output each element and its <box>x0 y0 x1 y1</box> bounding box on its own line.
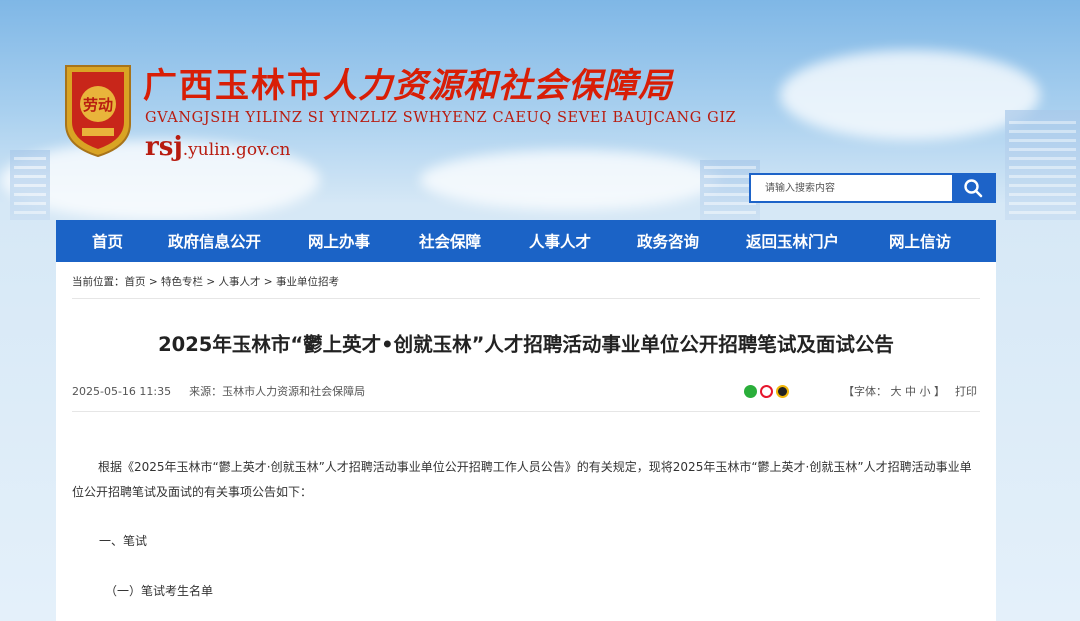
qq-icon[interactable] <box>776 385 789 398</box>
font-size-label: 【字体： <box>843 385 887 398</box>
emblem-text: 劳动 <box>83 96 113 114</box>
article-section-heading: 一、笔试 <box>99 534 148 548</box>
site-title-bureau: 人力资源和社会保障局 <box>323 66 673 106</box>
article-source: 来源：玉林市人力资源和社会保障局 <box>189 385 366 398</box>
wechat-icon[interactable] <box>744 385 757 398</box>
search-box <box>749 173 996 203</box>
search-input[interactable] <box>751 175 952 201</box>
breadcrumb: 当前位置：首页 > 特色专栏 > 人事人才 > 事业单位招考 <box>72 274 339 289</box>
main-nav: 首页 政府信息公开 网上办事 社会保障 人事人才 政务咨询 返回玉林门户 网上信… <box>56 220 996 262</box>
site-domain-suffix: .yulin.gov.cn <box>182 140 291 160</box>
article-subsection-heading: （一）笔试考生名单 <box>105 584 214 598</box>
divider <box>72 411 980 412</box>
site-title: 广西玉林市人力资源和社会保障局 <box>143 58 673 107</box>
labor-emblem-logo[interactable]: 劳动 <box>60 60 136 160</box>
nav-item-gov-info[interactable]: 政府信息公开 <box>168 230 308 252</box>
font-size-close: 】 <box>934 385 945 398</box>
search-icon <box>964 179 983 198</box>
breadcrumb-separator: > <box>145 276 161 288</box>
breadcrumb-label: 当前位置： <box>72 276 125 288</box>
site-title-city: 广西玉林市 <box>143 66 323 106</box>
article-title: 2025年玉林市“鬱上英才•创就玉林”人才招聘活动事业单位公开招聘笔试及面试公告 <box>158 333 894 356</box>
breadcrumb-item-home[interactable]: 首页 <box>125 276 146 288</box>
article-meta: 2025-05-16 11:35 来源：玉林市人力资源和社会保障局 <box>72 383 365 399</box>
nav-item-consultation[interactable]: 政务咨询 <box>637 230 746 252</box>
divider <box>72 298 980 299</box>
print-button[interactable]: 打印 <box>955 383 977 399</box>
share-icons <box>744 385 789 398</box>
breadcrumb-item-recruitment[interactable]: 事业单位招考 <box>276 276 339 288</box>
breadcrumb-separator: > <box>260 276 276 288</box>
article-container: 当前位置：首页 > 特色专栏 > 人事人才 > 事业单位招考 2025年玉林市“… <box>56 262 996 621</box>
breadcrumb-item-personnel[interactable]: 人事人才 <box>218 276 260 288</box>
nav-item-personnel-talent[interactable]: 人事人才 <box>529 230 637 252</box>
font-size-medium[interactable]: 中 <box>905 385 916 398</box>
breadcrumb-separator: > <box>202 276 219 288</box>
site-title-zhuang: GVANGJSIH YILINZ SI YINZLIZ SWHYENZ CAEU… <box>145 110 737 126</box>
weibo-icon[interactable] <box>760 385 773 398</box>
site-domain: rsj.yulin.gov.cn <box>145 132 291 162</box>
breadcrumb-item-feature[interactable]: 特色专栏 <box>161 276 203 288</box>
font-size-small[interactable]: 小 <box>920 385 931 398</box>
nav-item-online-services[interactable]: 网上办事 <box>308 230 419 252</box>
nav-item-social-security[interactable]: 社会保障 <box>419 230 529 252</box>
font-size-large[interactable]: 大 <box>891 385 902 398</box>
nav-item-home[interactable]: 首页 <box>92 230 168 252</box>
search-button[interactable] <box>952 175 994 201</box>
article-date: 2025-05-16 11:35 <box>72 385 172 398</box>
site-domain-prefix: rsj <box>145 132 183 162</box>
font-size-control: 【字体： 大 中 小 】 <box>843 383 945 399</box>
site-header: 劳动 广西玉林市人力资源和社会保障局 GVANGJSIH YILINZ SI Y… <box>0 0 1080 220</box>
article-paragraph: 根据《2025年玉林市“鬱上英才·创就玉林”人才招聘活动事业单位公开招聘工作人员… <box>72 460 972 499</box>
nav-item-petition[interactable]: 网上信访 <box>889 230 951 252</box>
nav-item-yulin-portal[interactable]: 返回玉林门户 <box>746 230 889 252</box>
